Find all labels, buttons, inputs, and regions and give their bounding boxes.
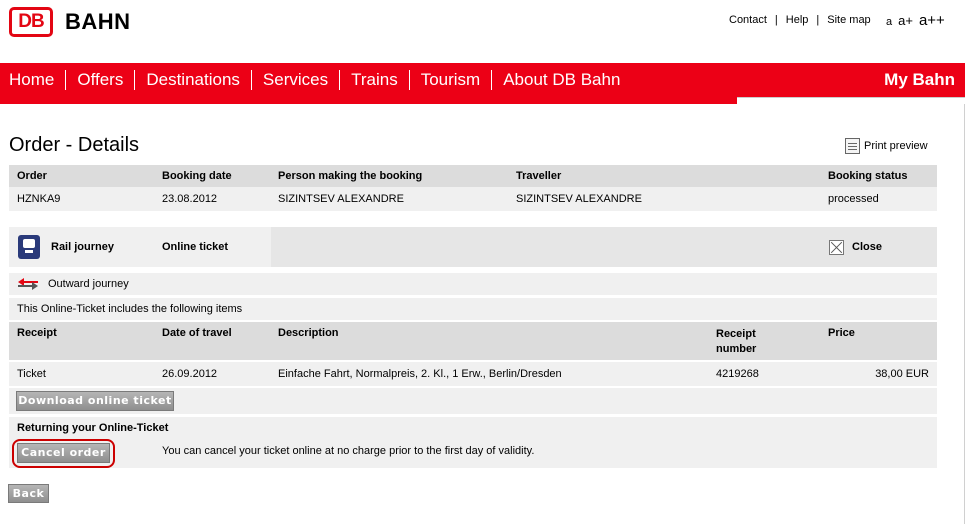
- contact-link[interactable]: Contact: [729, 14, 767, 26]
- font-size-small[interactable]: a: [886, 16, 892, 28]
- header-traveller: Traveller: [516, 170, 562, 182]
- journey-direction-row: Outward journey: [9, 273, 937, 295]
- print-preview-label: Print preview: [864, 140, 928, 152]
- logo-text: BAHN: [65, 9, 131, 34]
- nav-offers[interactable]: Offers: [77, 70, 146, 90]
- nav-label: Offers: [77, 70, 124, 89]
- db-logo-mark: DB: [9, 7, 53, 37]
- person-booking: SIZINTSEV ALEXANDRE: [278, 193, 404, 205]
- close-label[interactable]: Close: [852, 241, 882, 253]
- returning-section: Returning your Online-Ticket You can can…: [9, 417, 937, 468]
- nav-label: Home: [9, 70, 55, 89]
- nav-destinations[interactable]: Destinations: [146, 70, 263, 90]
- nav-active-bar: [0, 97, 737, 104]
- receipt-number: 4219268: [716, 368, 759, 380]
- ticket-price: 38,00 EUR: [875, 368, 929, 380]
- returning-title: Returning your Online-Ticket: [17, 422, 169, 434]
- nav-label: Services: [262, 70, 329, 89]
- outward-journey-icon: [18, 278, 38, 290]
- print-preview-link[interactable]: Print preview: [845, 138, 928, 154]
- header-description: Description: [278, 327, 339, 339]
- order-table-header: Order Booking date Person making the boo…: [9, 165, 937, 187]
- cancel-note: You can cancel your ticket online at no …: [162, 445, 535, 457]
- nav-home[interactable]: Home: [9, 70, 77, 90]
- print-icon: [845, 138, 860, 154]
- nav-about[interactable]: About DB Bahn: [503, 70, 620, 90]
- includes-text: This Online-Ticket includes the followin…: [17, 303, 243, 315]
- font-size-controls: a a+ a++: [886, 12, 945, 29]
- journey-type: Rail journey: [51, 241, 114, 253]
- db-bahn-logo[interactable]: DB BAHN: [9, 7, 131, 37]
- nav-label: Destinations: [146, 70, 240, 89]
- header-date-of-travel: Date of travel: [162, 327, 232, 339]
- date-of-travel: 26.09.2012: [162, 368, 218, 380]
- header-booking-status: Booking status: [828, 170, 908, 182]
- download-row: Download online ticket: [9, 388, 937, 414]
- page-title: Order - Details: [9, 134, 140, 156]
- nav-services[interactable]: Services: [263, 70, 351, 90]
- font-size-medium[interactable]: a+: [898, 13, 913, 28]
- header-booking-date: Booking date: [162, 170, 232, 182]
- journey-header: Rail journey Online ticket Close: [9, 227, 937, 267]
- utility-links: Contact | Help | Site map: [729, 14, 871, 26]
- table-row: Ticket 26.09.2012 Einfache Fahrt, Normal…: [9, 362, 937, 386]
- nav-tourism[interactable]: Tourism: [421, 70, 504, 90]
- header-person-booking: Person making the booking: [278, 170, 423, 182]
- help-link[interactable]: Help: [786, 14, 809, 26]
- main-navigation: Home Offers Destinations Services Trains…: [0, 63, 965, 97]
- divider: |: [774, 14, 778, 26]
- ticket-type: Online ticket: [162, 241, 229, 253]
- nav-label: Trains: [351, 70, 398, 89]
- order-table-row: HZNKA9 23.08.2012 SIZINTSEV ALEXANDRE SI…: [9, 187, 937, 211]
- train-icon: [18, 235, 40, 259]
- receipt-type: Ticket: [17, 368, 46, 380]
- close-icon[interactable]: [829, 240, 844, 255]
- header-receipt-number: Receipt number: [716, 328, 757, 355]
- font-size-large[interactable]: a++: [919, 12, 945, 29]
- nav-label: Tourism: [420, 70, 481, 89]
- download-online-ticket-button[interactable]: Download online ticket: [16, 391, 174, 411]
- includes-row: This Online-Ticket includes the followin…: [9, 298, 937, 320]
- divider: |: [816, 14, 820, 26]
- nav-label: About DB Bahn: [503, 70, 621, 89]
- header-receipt: Receipt: [17, 327, 57, 339]
- booking-status: processed: [828, 193, 879, 205]
- direction-label: Outward journey: [48, 278, 129, 290]
- header-price: Price: [828, 327, 855, 339]
- cancel-order-button[interactable]: Cancel order: [17, 443, 110, 463]
- nav-trains[interactable]: Trains: [351, 70, 421, 90]
- header-order: Order: [17, 170, 47, 182]
- my-bahn-link[interactable]: My Bahn: [884, 70, 955, 90]
- site-map-link[interactable]: Site map: [827, 14, 870, 26]
- nav-divider: [737, 97, 965, 104]
- order-number: HZNKA9: [17, 193, 61, 205]
- traveller: SIZINTSEV ALEXANDRE: [516, 193, 642, 205]
- ticket-description: Einfache Fahrt, Normalpreis, 2. Kl., 1 E…: [278, 368, 562, 380]
- booking-date: 23.08.2012: [162, 193, 218, 205]
- back-button[interactable]: Back: [8, 484, 49, 503]
- items-table-header: Receipt Date of travel Description Recei…: [9, 322, 937, 360]
